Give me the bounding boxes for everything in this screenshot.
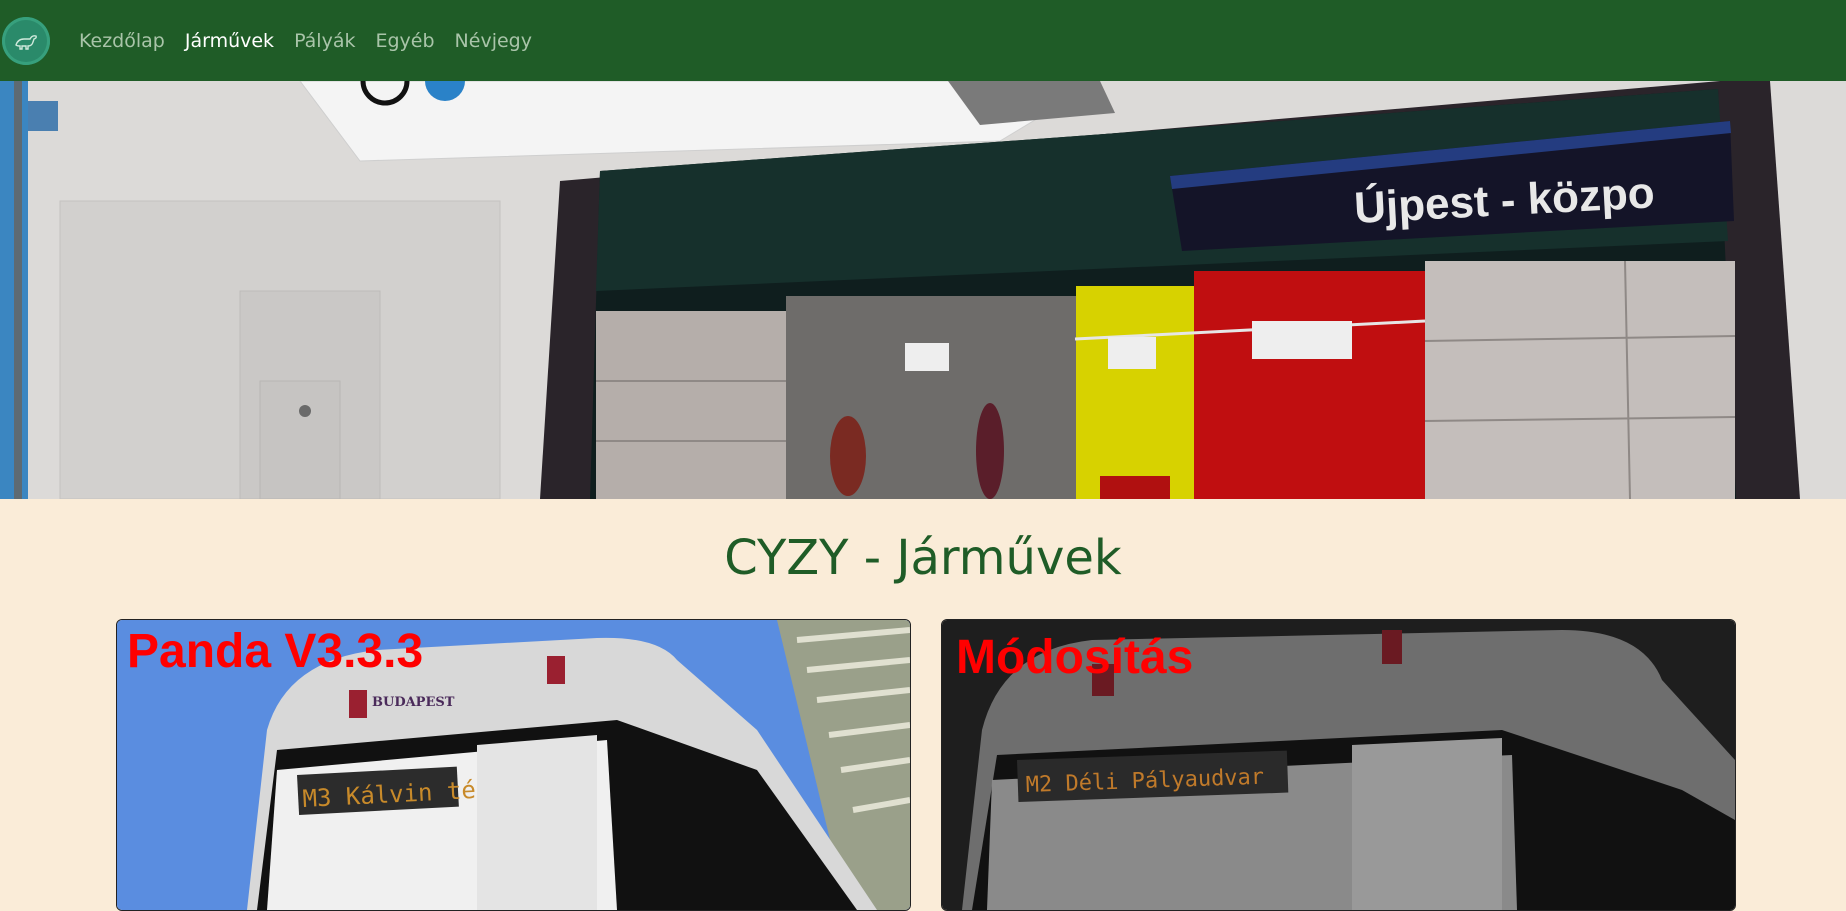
card-title: Panda V3.3.3 [127,625,424,678]
dinosaur-icon [15,34,37,50]
metro-station-image: Újpest - közpo [0,81,1846,499]
card-title: Módosítás [956,631,1194,684]
nav-item-nevjegy[interactable]: Névjegy [455,30,532,52]
top-navbar: Kezdőlap Járművek Pályák Egyéb Névjegy [0,0,1846,81]
hero-banner: Újpest - közpo [0,81,1846,499]
nav-menu: Kezdőlap Járművek Pályák Egyéb Névjegy [79,30,552,52]
vehicle-card-panda[interactable]: M3 Kálvin tér BUDAPEST Panda V3.3.3 [116,619,911,911]
site-logo[interactable] [2,16,50,65]
nav-item-jarmuvek[interactable]: Járművek [185,30,274,52]
nav-item-kezdolap[interactable]: Kezdőlap [79,30,165,52]
nav-item-palyak[interactable]: Pályák [294,30,355,52]
page-title: CYZY - Járművek [724,530,1122,586]
vehicle-card-modositas[interactable]: M2 Déli Pályaudvar Módosítás [941,619,1736,911]
operator-logo-text: BUDAPEST [372,695,455,710]
nav-item-egyeb[interactable]: Egyéb [375,30,434,52]
